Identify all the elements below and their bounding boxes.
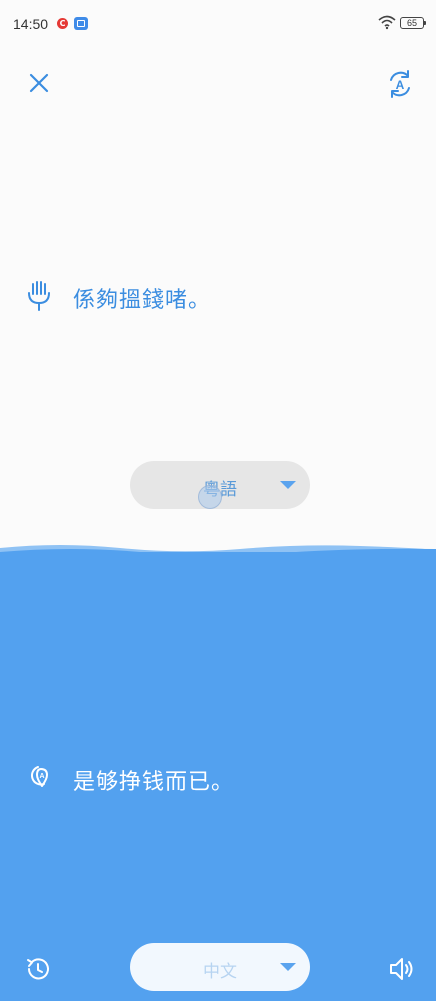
history-button[interactable] xyxy=(24,955,52,983)
notification-app-icon: C xyxy=(57,18,68,29)
microphone-icon xyxy=(28,281,50,311)
chevron-down-icon xyxy=(280,963,296,971)
battery-icon: 65 xyxy=(400,17,426,29)
close-button[interactable] xyxy=(24,68,54,98)
volume-button[interactable] xyxy=(388,955,416,983)
auto-translate-icon: A xyxy=(390,70,410,98)
volume-icon xyxy=(390,958,413,980)
auto-switch-button[interactable]: A xyxy=(383,67,417,101)
svg-text:A: A xyxy=(39,773,44,780)
notification-app2-icon xyxy=(74,17,88,30)
speaker-recognition-icon: A xyxy=(31,766,48,787)
status-time: 14:50 xyxy=(13,16,49,32)
touch-indicator xyxy=(198,485,222,509)
source-text-row: 係夠搵錢啫。 xyxy=(24,278,414,318)
target-text-row: A 是够挣钱而已。 xyxy=(24,760,414,800)
history-icon xyxy=(27,958,49,980)
chevron-down-icon xyxy=(280,481,296,489)
translated-text[interactable]: 是够挣钱而已。 xyxy=(73,764,234,796)
close-icon xyxy=(29,73,49,93)
status-bar: 14:50 C 65 xyxy=(0,0,436,50)
target-language-selector[interactable]: 中文 xyxy=(130,943,310,991)
source-text[interactable]: 係夠搵錢啫。 xyxy=(73,282,211,314)
svg-text:A: A xyxy=(396,78,405,92)
wifi-icon xyxy=(378,15,396,30)
